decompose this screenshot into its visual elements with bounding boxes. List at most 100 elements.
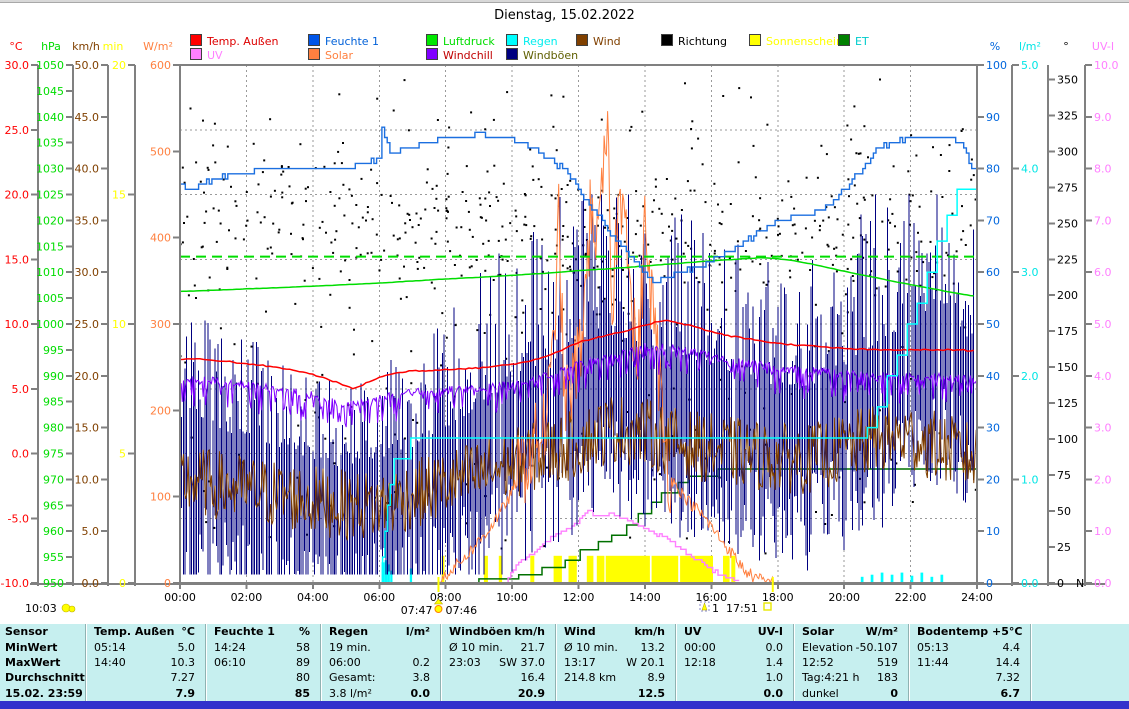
cell-value: 58 bbox=[246, 641, 320, 654]
richtung-dot bbox=[337, 151, 339, 153]
richtung-dot bbox=[416, 422, 418, 424]
richtung-dot bbox=[834, 206, 836, 208]
richtung-dot bbox=[717, 204, 719, 206]
tick-label-hpa: 1000 bbox=[36, 318, 64, 331]
richtung-dot bbox=[356, 247, 358, 249]
tick-label-hpa: 1010 bbox=[36, 266, 64, 279]
richtung-dot bbox=[234, 343, 236, 345]
richtung-dot bbox=[496, 196, 498, 198]
richtung-dot bbox=[569, 266, 571, 268]
richtung-dot bbox=[408, 214, 410, 216]
richtung-dot bbox=[503, 183, 505, 185]
richtung-dot bbox=[777, 234, 779, 236]
richtung-dot bbox=[383, 250, 385, 252]
richtung-dot bbox=[445, 198, 447, 200]
cell-info: 23:03 bbox=[441, 656, 481, 669]
richtung-dot bbox=[390, 195, 392, 197]
richtung-dot bbox=[404, 222, 406, 224]
richtung-dot bbox=[916, 270, 918, 272]
cell-value: 20.9 bbox=[449, 687, 555, 700]
richtung-dot bbox=[647, 244, 649, 246]
richtung-dot bbox=[739, 269, 741, 271]
tick-label-l-m: 2.0 bbox=[1021, 370, 1039, 383]
tick-label-w-m: 0 bbox=[164, 577, 171, 590]
richtung-dot bbox=[515, 210, 517, 212]
sensor-max-cell: 06:1089 bbox=[206, 655, 320, 670]
richtung-dot bbox=[945, 252, 947, 254]
richtung-dot bbox=[750, 96, 752, 98]
richtung-dot bbox=[777, 218, 779, 220]
richtung-dot bbox=[853, 280, 855, 282]
sensor-min-cell: Ø 10 min.21.7 bbox=[441, 639, 555, 654]
richtung-dot bbox=[393, 235, 395, 237]
row-label: MinWert bbox=[0, 639, 85, 654]
richtung-dot bbox=[204, 222, 206, 224]
richtung-dot bbox=[400, 298, 402, 300]
richtung-dot bbox=[790, 196, 792, 198]
richtung-dot bbox=[509, 222, 511, 224]
richtung-dot bbox=[654, 478, 656, 480]
cell-value: 10.3 bbox=[126, 656, 205, 669]
richtung-dot bbox=[334, 162, 336, 164]
richtung-dot bbox=[806, 177, 808, 179]
richtung-dot bbox=[867, 156, 869, 158]
richtung-dot bbox=[941, 196, 943, 198]
tick-label-w-m: 500 bbox=[150, 145, 171, 158]
richtung-dot bbox=[488, 240, 490, 242]
richtung-dot bbox=[540, 186, 542, 188]
richtung-dot bbox=[321, 374, 323, 376]
richtung-dot bbox=[431, 238, 433, 240]
tick-label-uv-i: 9.0 bbox=[1094, 111, 1112, 124]
tick-label-: 70 bbox=[986, 214, 1000, 227]
tick-label-hpa: 970 bbox=[43, 473, 64, 486]
sensor-unit: km/h bbox=[511, 625, 555, 638]
richtung-dot bbox=[889, 198, 891, 200]
richtung-dot bbox=[466, 165, 468, 167]
richtung-dot bbox=[567, 236, 569, 238]
sensor-now-cell: 3.8 l/m²0.0 bbox=[321, 686, 440, 701]
cell-value: 1.4 bbox=[716, 656, 793, 669]
tick-label-km-h: 25.0 bbox=[75, 318, 100, 331]
cell-info: 00:00 bbox=[676, 641, 716, 654]
sensor-unit: W/m² bbox=[834, 625, 908, 638]
sensor-max-cell: 12:52519 bbox=[794, 655, 908, 670]
richtung-dot bbox=[460, 226, 462, 228]
richtung-dot bbox=[501, 226, 503, 228]
richtung-dot bbox=[561, 188, 563, 190]
sensor-min-cell: Elevation-50.107 bbox=[794, 639, 908, 654]
richtung-dot bbox=[476, 259, 478, 261]
richtung-dot bbox=[263, 159, 265, 161]
richtung-dot bbox=[372, 218, 374, 220]
richtung-dot bbox=[521, 299, 523, 301]
richtung-dot bbox=[662, 232, 664, 234]
bottom-strip bbox=[0, 701, 1129, 709]
sensor-avg-cell: 80 bbox=[206, 670, 320, 685]
richtung-dot bbox=[598, 287, 600, 289]
richtung-dot bbox=[714, 253, 716, 255]
richtung-dot bbox=[193, 258, 195, 260]
row-label: Durchschnitt bbox=[0, 670, 85, 685]
richtung-dot bbox=[379, 269, 381, 271]
richtung-dot bbox=[694, 190, 696, 192]
richtung-dot bbox=[623, 307, 625, 309]
cell-info: 13:17 bbox=[556, 656, 596, 669]
richtung-dot bbox=[288, 166, 290, 168]
richtung-dot bbox=[289, 185, 291, 187]
sensor-now-cell: 12.5 bbox=[556, 686, 675, 701]
x-tick-label: 22:00 bbox=[895, 591, 927, 604]
cell-info: 19 min. bbox=[321, 641, 371, 654]
richtung-dot bbox=[447, 241, 449, 243]
regen-intensit-t-bar bbox=[891, 575, 894, 583]
sensor-header: Windkm/h bbox=[556, 624, 675, 639]
richtung-dot bbox=[555, 229, 557, 231]
richtung-dot bbox=[209, 277, 211, 279]
row-label: 15.02. 23:59 bbox=[0, 686, 85, 701]
sensor-avg-cell: 7.27 bbox=[86, 670, 205, 685]
richtung-dot bbox=[367, 252, 369, 254]
richtung-dot bbox=[323, 166, 325, 168]
richtung-dot bbox=[208, 169, 210, 171]
richtung-dot bbox=[329, 191, 331, 193]
sonnenschein-bar bbox=[587, 556, 594, 583]
richtung-dot bbox=[817, 177, 819, 179]
richtung-dot bbox=[541, 239, 543, 241]
